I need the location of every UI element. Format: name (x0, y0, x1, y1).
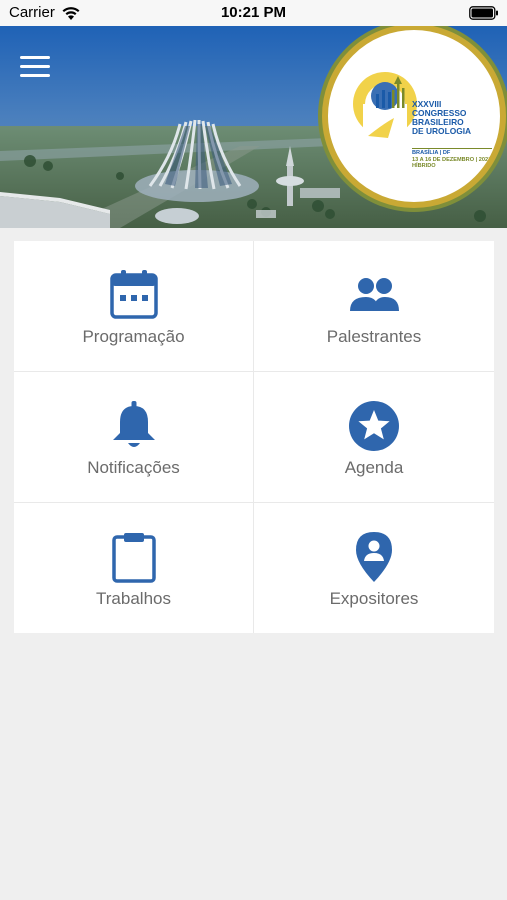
header-banner: XXXVIII CONGRESSO BRASILEIRO DE UROLOGIA… (0, 26, 507, 228)
menu-tile-palestrantes[interactable]: Palestrantes (254, 241, 494, 372)
menu-tile-label: Trabalhos (96, 589, 171, 608)
star-icon (349, 401, 399, 451)
menu-tile-programacao[interactable]: Programação (14, 241, 254, 372)
people-icon (350, 278, 399, 311)
menu-bar (20, 65, 50, 68)
main-menu-grid: Programação Palestrantes Notificações Ag… (14, 241, 494, 633)
menu-tile-label: Expositores (329, 589, 419, 608)
hamburger-menu-button[interactable] (18, 54, 52, 80)
clock: 10:21 PM (220, 4, 287, 21)
congress-title: XXXVIII CONGRESSO BRASILEIRO DE UROLOGIA (412, 100, 500, 136)
status-bar: Carrier 10:21 PM (0, 0, 507, 26)
calendar-icon (109, 270, 158, 319)
menu-tile-agenda[interactable]: Agenda (254, 372, 494, 503)
menu-tile-notificacoes[interactable]: Notificações (14, 372, 254, 503)
clipboard-icon (111, 533, 156, 583)
congress-format: HÍBRIDO (412, 163, 436, 170)
menu-bar (20, 74, 50, 77)
menu-tile-label: Notificações (87, 458, 180, 477)
menu-tile-label: Palestrantes (326, 327, 422, 346)
menu-tile-trabalhos[interactable]: Trabalhos (14, 503, 254, 633)
location-pin-icon (356, 532, 392, 582)
menu-bar (20, 56, 50, 59)
logo-divider (412, 148, 492, 149)
bell-icon (112, 401, 155, 447)
menu-tile-label: Programação (82, 327, 185, 346)
menu-tile-label: Agenda (344, 458, 404, 477)
congress-logo: XXXVIII CONGRESSO BRASILEIRO DE UROLOGIA… (322, 26, 506, 208)
congress-location: BRASÍLIA | DF (412, 150, 451, 156)
congress-title-line: DE UROLOGIA (412, 126, 472, 136)
menu-tile-expositores[interactable]: Expositores (254, 503, 494, 633)
congress-details: BRASÍLIA | DF 13 A 16 DE DEZEMBRO | 2021… (412, 150, 500, 170)
battery-icon (469, 6, 498, 20)
